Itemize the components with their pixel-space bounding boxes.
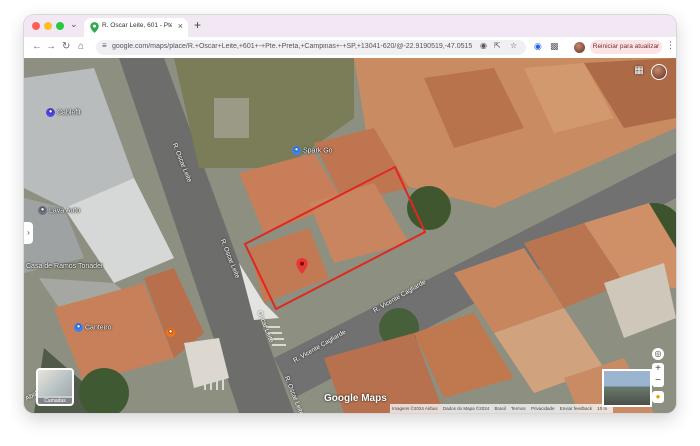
place-label-casa-de-ramos[interactable]: Casa de Ramos Tonadei bbox=[26, 263, 103, 270]
browser-window: ⌄ R. Oscar Leite, 601 - Pte. Pr... × + ←… bbox=[24, 15, 676, 413]
my-location-icon[interactable]: ◎ bbox=[652, 348, 664, 360]
maximize-window-button[interactable] bbox=[56, 22, 64, 30]
extensions-icon[interactable]: ▩ bbox=[550, 41, 559, 52]
place-label-lava-auto[interactable]: ● Lava Auto bbox=[38, 206, 80, 215]
collapse-panel-button[interactable]: › bbox=[24, 222, 33, 244]
menu-icon[interactable]: ⋮ bbox=[666, 40, 675, 51]
profile-avatar[interactable] bbox=[574, 42, 585, 53]
browser-toolbar: ← → ↻ ⌂ ≡ google.com/maps/place/R.+Oscar… bbox=[24, 37, 676, 59]
google-maps-logo: Google Maps bbox=[324, 393, 387, 404]
minimize-window-button[interactable] bbox=[44, 22, 52, 30]
restart-to-update-button[interactable]: Reiniciar para atualizar bbox=[590, 40, 662, 54]
maps-pin-icon bbox=[90, 22, 99, 33]
tab-maps[interactable]: R. Oscar Leite, 601 - Pte. Pr... × bbox=[84, 18, 188, 37]
privacy-link[interactable]: Privacidade bbox=[531, 406, 555, 411]
layers-button[interactable]: Camadas bbox=[36, 368, 74, 406]
place-label-orange-poi[interactable]: ● bbox=[166, 328, 177, 337]
location-marker-icon[interactable] bbox=[296, 258, 308, 274]
attribution-imagery: Imagens ©2024 Airbus bbox=[392, 406, 438, 411]
close-window-button[interactable] bbox=[32, 22, 40, 30]
zoom-in-button[interactable]: + bbox=[652, 363, 664, 375]
new-tab-button[interactable]: + bbox=[194, 18, 201, 32]
bookmark-star-icon[interactable]: ☆ bbox=[510, 41, 517, 50]
layers-thumbnail bbox=[38, 370, 72, 396]
poi-icon: ● bbox=[46, 108, 55, 117]
poi-icon: ● bbox=[166, 328, 175, 337]
back-icon[interactable]: ← bbox=[32, 41, 42, 52]
satellite-map[interactable]: ● Spark Go ● Cablefit ● Lava Auto Casa de R… bbox=[24, 58, 676, 413]
poi-icon: ● bbox=[74, 323, 83, 332]
poi-icon: ● bbox=[38, 206, 47, 215]
tab-bar: ⌄ R. Oscar Leite, 601 - Pte. Pr... × + bbox=[24, 15, 676, 37]
pegman-icon[interactable]: ● bbox=[652, 391, 664, 403]
street-view-thumbnail[interactable] bbox=[602, 369, 652, 407]
forward-icon[interactable]: → bbox=[46, 41, 56, 52]
account-avatar[interactable] bbox=[651, 64, 667, 80]
url-text: google.com/maps/place/R.+Oscar+Leite,+60… bbox=[112, 43, 472, 50]
tune-icon[interactable]: ≡ bbox=[102, 41, 107, 50]
poi-icon: ● bbox=[292, 146, 301, 155]
attribution-country[interactable]: Brasil bbox=[494, 406, 505, 411]
satellite-imagery bbox=[24, 58, 676, 413]
tab-close-icon[interactable]: × bbox=[178, 21, 183, 31]
place-label-canteiro[interactable]: ● Canteiro bbox=[74, 323, 111, 332]
feedback-link[interactable]: Enviar feedback bbox=[560, 406, 592, 411]
reload-icon[interactable]: ↻ bbox=[62, 41, 70, 52]
place-label-spark-go[interactable]: ● Spark Go bbox=[292, 146, 333, 155]
map-attribution: Imagens ©2024 Airbus Dados do Mapa ©2024… bbox=[390, 404, 614, 413]
apps-grid-icon[interactable]: ▦ bbox=[632, 64, 646, 78]
address-bar[interactable]: ≡ google.com/maps/place/R.+Oscar+Leite,+… bbox=[96, 40, 526, 55]
home-icon[interactable]: ⌂ bbox=[78, 41, 84, 52]
location-icon[interactable]: ◉ bbox=[480, 41, 487, 50]
zoom-controls: + − bbox=[652, 363, 664, 387]
attribution-map-data: Dados do Mapa ©2024 bbox=[442, 406, 490, 411]
share-icon[interactable]: ⇱ bbox=[494, 41, 501, 50]
translate-icon[interactable]: ◉ bbox=[534, 41, 542, 52]
place-label-cablefit[interactable]: ● Cablefit bbox=[46, 108, 81, 117]
tab-title: R. Oscar Leite, 601 - Pte. Pr... bbox=[102, 22, 172, 29]
zoom-out-button[interactable]: − bbox=[652, 375, 664, 387]
tab-search-icon[interactable]: ⌄ bbox=[70, 19, 78, 30]
terms-link[interactable]: Termos bbox=[511, 406, 526, 411]
layers-label: Camadas bbox=[38, 398, 72, 404]
